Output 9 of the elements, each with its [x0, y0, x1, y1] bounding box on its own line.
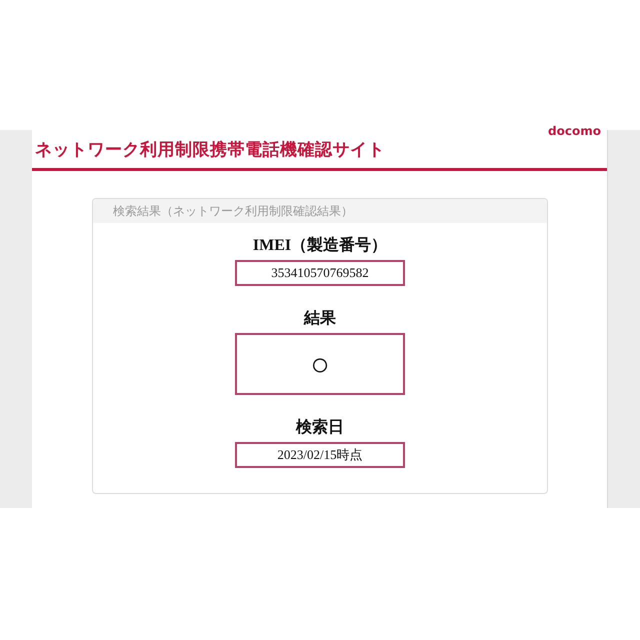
site-title: ネットワーク利用制限携帯電話機確認サイト [35, 138, 385, 160]
field-value: 353410570769582 [235, 260, 405, 286]
result-value: ○ [235, 333, 405, 395]
field-label: 結果 [304, 309, 336, 329]
field-value: 2023/02/15時点 [235, 442, 405, 468]
panel-title: 検索結果（ネットワーク利用制限確認結果） [113, 202, 353, 220]
brand-logo: docomo [548, 124, 601, 138]
field-label: 検索日 [296, 417, 344, 438]
field-label: IMEI（製造番号） [252, 235, 388, 256]
